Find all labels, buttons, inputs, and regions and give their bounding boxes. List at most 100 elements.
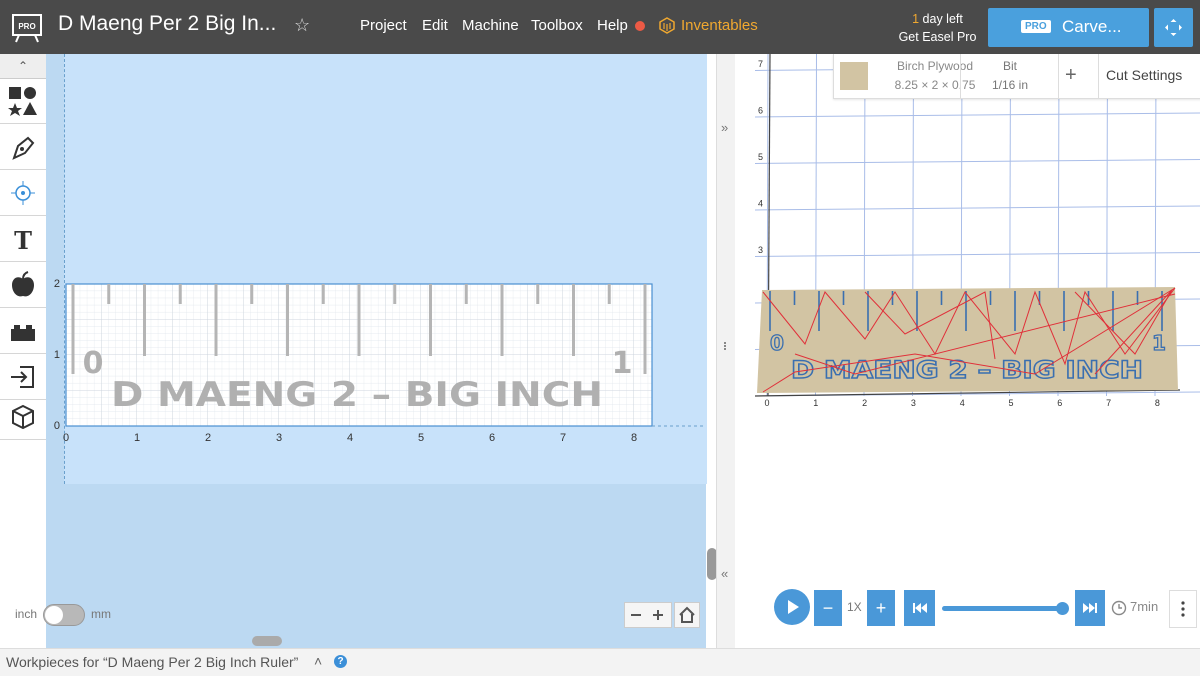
preview-y-tick: 3 [758,245,763,255]
ruler-tick [214,284,218,356]
speed-value: 1X [847,600,862,614]
carve-button[interactable]: PRO Carve... [988,8,1149,47]
shapes-tool[interactable] [0,78,46,124]
bit-label: Bit [1002,59,1017,73]
menu-toolbox[interactable]: Toolbox [531,17,583,34]
apple-icon [12,271,34,297]
target-tool[interactable] [0,170,46,216]
ruler-tick [572,284,575,356]
skip-end-button[interactable] [1075,590,1105,626]
horizontal-scrollbar[interactable] [252,636,282,646]
preview-x-tick: 5 [1008,398,1013,408]
text-t-icon: T [14,226,32,254]
preview-number-zero: 0 [770,331,784,355]
menu-machine[interactable]: Machine [462,17,519,34]
preview-3d-view[interactable]: 0 1 D MAENG 2 – BIG INCH 012345678 34567 [735,54,1200,648]
unit-mm-label: mm [91,607,111,621]
slider-knob[interactable] [1056,602,1069,615]
project-title[interactable]: D Maeng Per 2 Big In... [58,12,276,36]
play-button[interactable] [774,589,810,625]
pen-tool[interactable] [0,124,46,170]
menu-help[interactable]: Help [597,17,628,34]
apps-tool[interactable] [0,308,46,354]
ruler-tick [286,284,289,356]
preview-x-tick: 8 [1155,398,1160,408]
3d-view-tool[interactable] [0,394,46,440]
menu-project[interactable]: Project [360,17,407,34]
preview-y-tick: 6 [758,106,763,116]
text-tool[interactable]: T [0,216,46,262]
zoom-controls [624,602,672,628]
help-icon[interactable]: ? [334,655,347,668]
preview-y-tick: 4 [758,199,763,209]
fullscreen-button[interactable] [1154,8,1193,47]
ruler-tick [178,284,182,304]
collapse-preview-button[interactable]: « [721,566,728,581]
progress-slider[interactable] [942,602,1069,615]
inventables-icon [659,17,675,34]
cut-settings-button[interactable]: Cut Settings [1106,67,1182,83]
design-workpiece[interactable]: 0 1 D MAENG 2 – BIG INCH 0 1 2 3 4 5 6 7 8 0 1 2 [46,54,706,648]
preview-y-tick: 5 [758,152,763,162]
toolbar-collapse-button[interactable]: ⌃ [0,54,46,79]
carve-preview[interactable]: 0 1 D MAENG 2 – BIG INCH 012345678 34567 [735,54,1200,648]
speed-up-button[interactable]: + [867,590,895,626]
x-tick-label: 5 [418,432,424,444]
icon-library-tool[interactable] [0,262,46,308]
preview-y-axis-labels: 3 4 5 6 7 [758,59,763,255]
ruler-tick [464,284,468,304]
lego-brick-icon [11,325,35,341]
crosshair-icon [11,181,35,205]
material-settings-card[interactable]: Birch Plywood 8.25 × 2 × 0.75 Bit 1/16 i… [833,54,1200,99]
expand-arrows-icon [1165,19,1182,36]
menu-edit[interactable]: Edit [422,17,448,34]
kebab-menu-icon [1181,601,1185,617]
pane-divider[interactable]: » « [716,54,737,648]
estimated-time: 7min [1130,599,1159,614]
more-options-button[interactable] [1169,590,1197,628]
x-tick-label: 3 [276,432,282,444]
preview-number-one: 1 [1152,331,1166,355]
material-swatch[interactable] [840,62,868,90]
unit-inch-label: inch [15,607,38,621]
preview-y-tick: 7 [758,59,763,69]
ruler-number-one: 1 [612,346,633,381]
top-bar: PRO D Maeng Per 2 Big In... ☆ Project Ed… [0,0,1200,54]
home-button[interactable] [674,602,700,628]
trial-status[interactable]: 1 day left Get Easel Pro [880,10,995,46]
y-tick-label: 0 [54,420,60,432]
workpieces-title[interactable]: Workpieces for “D Maeng Per 2 Big Inch R… [6,654,298,670]
easel-logo-icon[interactable]: PRO [12,13,42,43]
x-tick-label: 7 [560,432,566,444]
ruler-tick [500,284,504,356]
workpieces-bar[interactable]: Workpieces for “D Maeng Per 2 Big Inch R… [0,648,1200,676]
preview-x-tick: 3 [911,398,916,408]
expand-preview-button[interactable]: » [721,120,728,135]
toggle-knob [45,606,63,624]
logo-text: PRO [18,22,35,31]
divider-handle[interactable] [724,342,728,350]
get-pro-link[interactable]: Get Easel Pro [880,28,995,46]
favorite-star-icon[interactable]: ☆ [294,15,310,36]
slow-down-button[interactable]: − [814,590,842,626]
preview-x-tick: 6 [1057,398,1062,408]
chevron-up-icon[interactable]: ˄ [314,653,322,669]
x-tick-label: 8 [631,432,637,444]
unit-toggle[interactable] [43,604,85,626]
preview-x-tick: 1 [813,398,818,408]
ruler-tick [429,284,432,356]
y-tick-label: 2 [54,278,60,290]
inventables-link[interactable]: Inventables [681,17,758,34]
rewind-button[interactable] [904,590,935,626]
machine-status-dot [635,21,645,31]
x-tick-label: 4 [347,432,353,444]
add-bit-button[interactable]: + [1065,64,1077,87]
ruler-tick [607,284,611,304]
x-axis-labels: 0 1 2 3 4 5 6 7 8 [63,432,637,444]
ruler-tick [393,284,397,304]
ruler-tick [107,284,111,304]
design-canvas[interactable]: 0 1 D MAENG 2 – BIG INCH 0 1 2 3 4 5 6 7 8 0 1 2 [46,54,707,648]
pro-badge: PRO [1021,20,1051,33]
x-tick-label: 0 [63,432,69,444]
bit-info[interactable]: Bit 1/16 in [966,57,1054,95]
